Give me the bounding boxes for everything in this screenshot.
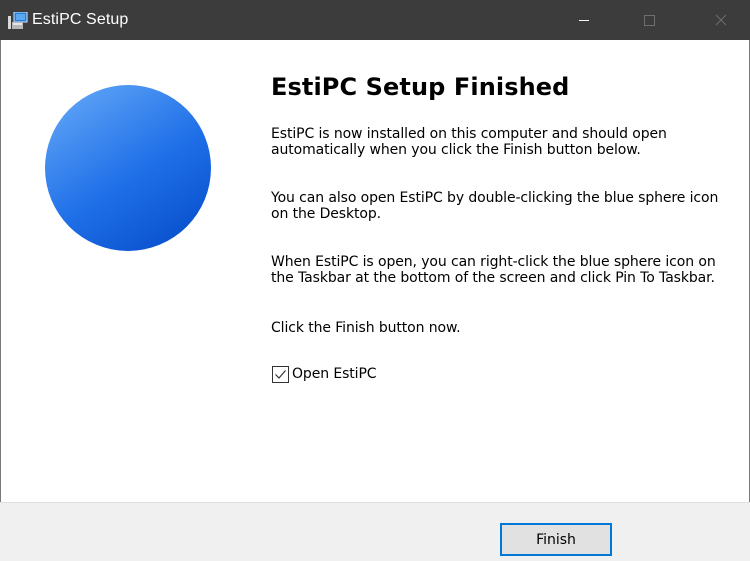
content-area: EstiPC Setup Finished <box>271 72 721 102</box>
checkbox-box[interactable] <box>272 365 289 383</box>
maximize-icon <box>644 15 655 26</box>
finish-button[interactable]: Finish <box>500 523 612 556</box>
title-bar[interactable]: EstiPC Setup <box>0 0 750 40</box>
desktop-icon-text: You can also open EstiPC by double-click… <box>271 190 719 222</box>
blue-sphere-icon <box>44 84 212 252</box>
footer-bar <box>0 502 750 561</box>
minimize-button[interactable] <box>561 0 607 40</box>
window-border-left <box>0 40 1 561</box>
setup-installer-icon <box>8 11 28 30</box>
pin-to-taskbar-text: When EstiPC is open, you can right-click… <box>271 254 716 286</box>
setup-window: EstiPC Setup EstiPC Setup Finished EstiP… <box>0 0 750 561</box>
window-title: EstiPC Setup <box>32 11 129 28</box>
maximize-button[interactable] <box>626 0 672 40</box>
checkmark-icon <box>275 369 286 379</box>
close-button[interactable] <box>698 0 744 40</box>
page-heading: EstiPC Setup Finished <box>271 73 570 101</box>
click-finish-text: Click the Finish button now. <box>271 320 461 336</box>
open-estipc-label[interactable]: Open EstiPC <box>292 366 377 382</box>
close-icon <box>715 14 727 26</box>
install-complete-text: EstiPC is now installed on this computer… <box>271 126 667 158</box>
minimize-icon <box>579 20 589 21</box>
open-estipc-checkbox[interactable]: Open EstiPC <box>272 365 377 383</box>
